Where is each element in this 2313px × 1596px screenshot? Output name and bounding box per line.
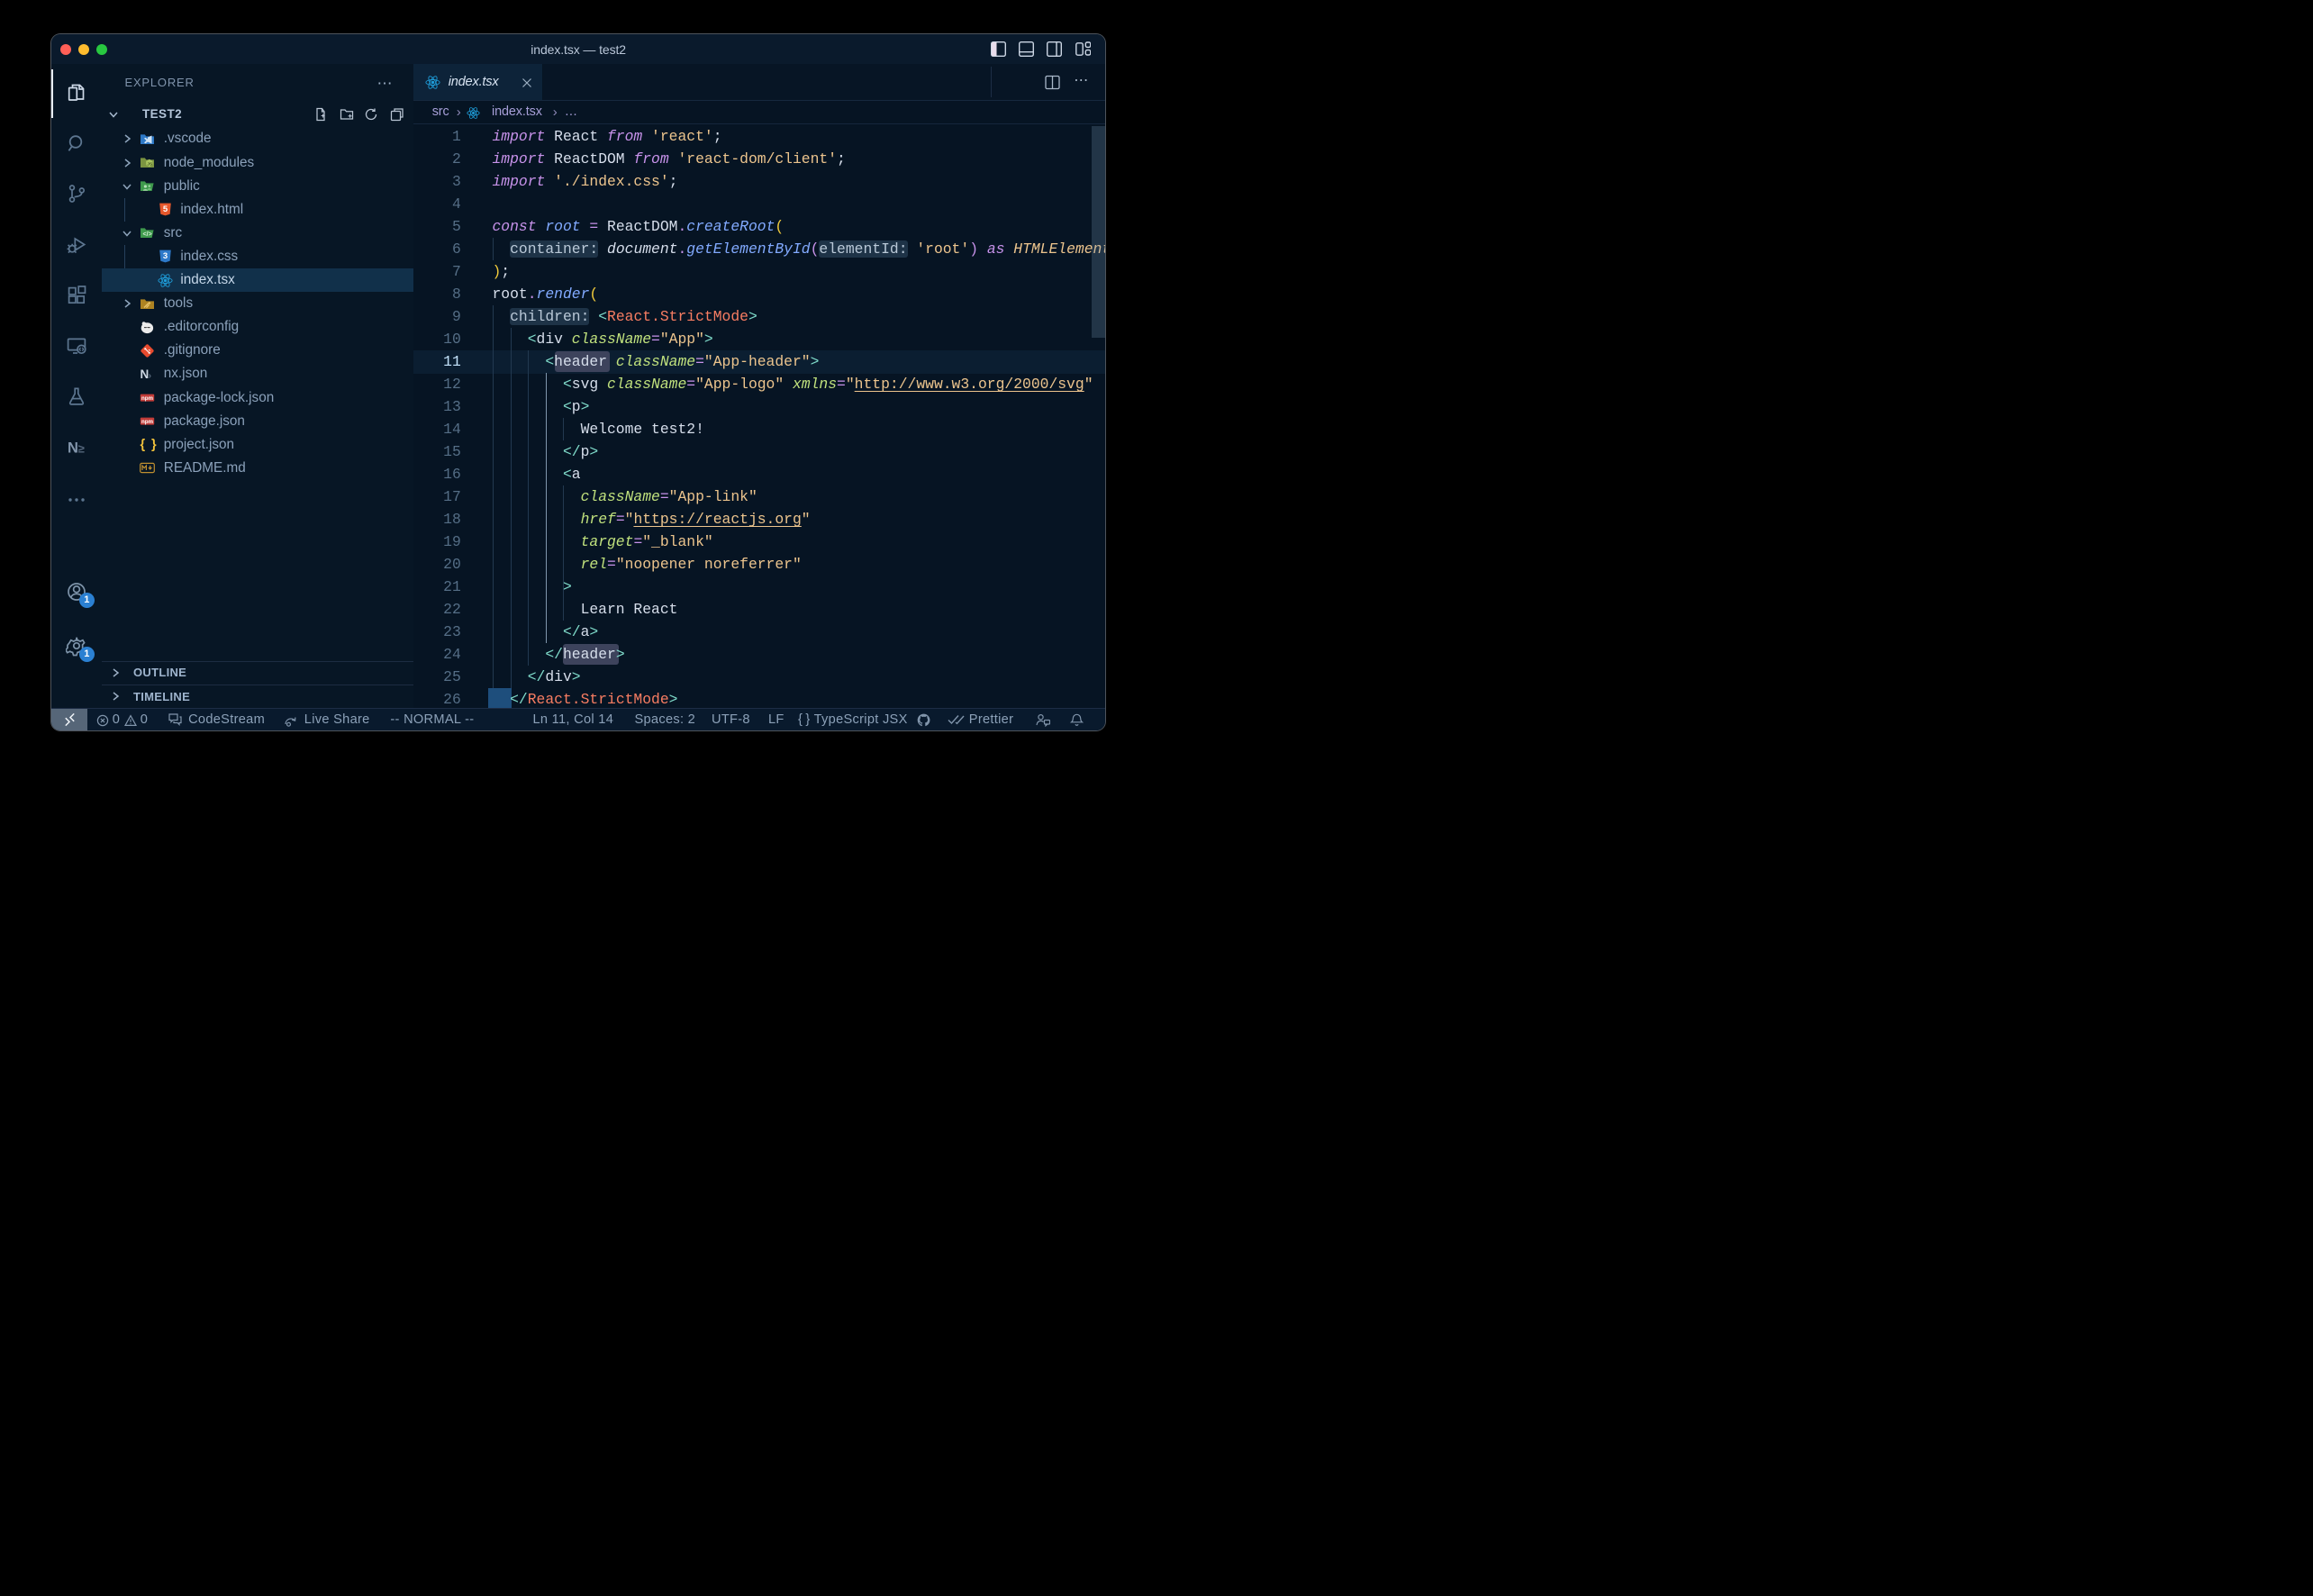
svg-text:N: N	[141, 367, 150, 381]
svg-text:›: ›	[149, 371, 151, 381]
svg-text:npm: npm	[141, 419, 154, 425]
svg-text:JS: JS	[148, 161, 153, 166]
svg-text:3: 3	[163, 252, 168, 262]
svg-text:≥: ≥	[78, 441, 85, 455]
svg-text:5: 5	[163, 204, 168, 214]
svg-text:</>: </>	[143, 231, 152, 238]
svg-text:N: N	[68, 440, 78, 456]
svg-text:npm: npm	[141, 395, 154, 402]
